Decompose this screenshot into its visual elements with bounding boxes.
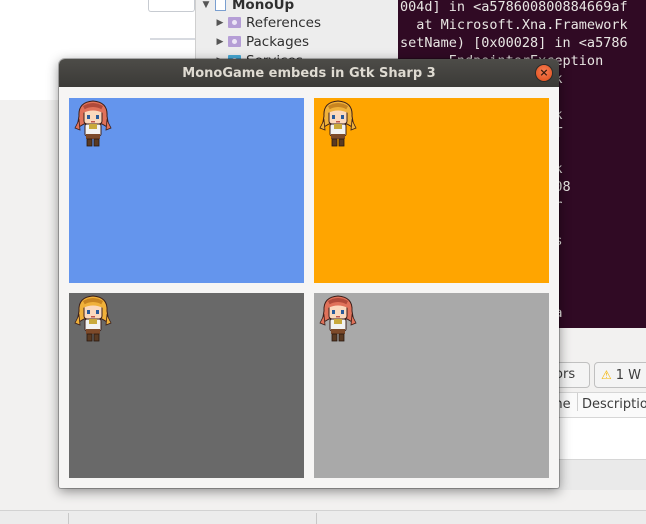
status-separator: [316, 513, 317, 524]
warnings-toggle-button[interactable]: ⚠ 1 W: [594, 362, 646, 388]
status-bar: [0, 510, 646, 524]
editor-divider: [150, 38, 195, 40]
terminal-line: setName) [0x00028] in <a5786: [400, 35, 628, 51]
collapse-arrow-icon[interactable]: ▶: [214, 18, 226, 28]
blonde-girl-sprite: [319, 98, 357, 148]
window-title: MonoGame embeds in Gtk Sharp 3: [182, 65, 436, 81]
toolbar-fragment: [148, 0, 195, 12]
folder-packages-icon: [228, 36, 241, 47]
blonde-girl-sprite: [74, 293, 112, 343]
red-haired-girl-sprite: [319, 293, 357, 343]
column-separator: [577, 393, 578, 411]
column-header-description[interactable]: Descriptio: [582, 393, 646, 417]
errors-column-header: me Descriptio: [548, 392, 646, 418]
window-titlebar[interactable]: MonoGame embeds in Gtk Sharp 3 ×: [59, 59, 559, 87]
solution-tree-project[interactable]: ▼ MonoUp: [200, 0, 294, 14]
monogame-window: MonoGame embeds in Gtk Sharp 3 ×: [59, 59, 559, 488]
project-icon: [215, 0, 226, 11]
project-label: MonoUp: [232, 0, 295, 13]
blue-panel[interactable]: [69, 98, 304, 283]
collapse-arrow-icon[interactable]: ▶: [214, 37, 226, 47]
scrollbar-strip: [548, 460, 646, 490]
dark-gray-panel[interactable]: [69, 293, 304, 478]
light-gray-panel[interactable]: [314, 293, 549, 478]
warnings-label: 1 W: [615, 368, 642, 383]
solution-tree-item-references[interactable]: ▶ References: [214, 13, 321, 32]
orange-panel[interactable]: [314, 98, 549, 283]
tree-item-label: Packages: [246, 33, 309, 50]
folder-references-icon: [228, 17, 241, 28]
warning-icon: ⚠: [601, 368, 612, 382]
errors-table: [548, 418, 646, 460]
tree-item-label: References: [246, 14, 322, 31]
solution-explorer: ▼ MonoUp ▶ References ▶ Packages ▶ Servi…: [195, 0, 398, 62]
close-button[interactable]: ×: [536, 65, 552, 81]
solution-tree-item-packages[interactable]: ▶ Packages: [214, 32, 309, 51]
expand-arrow-icon[interactable]: ▼: [200, 0, 212, 10]
status-separator: [68, 513, 69, 524]
terminal-line: 004d] in <a578600800884669af: [400, 0, 628, 15]
terminal-line: at Microsoft.Xna.Framework: [400, 17, 628, 33]
red-haired-girl-sprite: [74, 98, 112, 148]
close-icon: ×: [539, 66, 549, 79]
